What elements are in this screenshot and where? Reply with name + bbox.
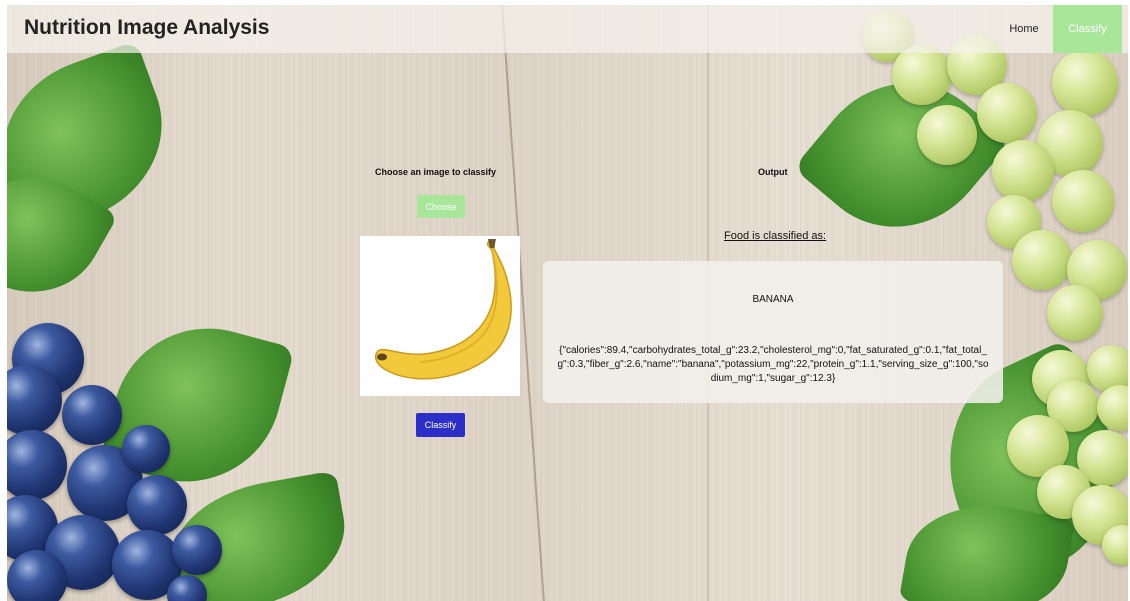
classified-as-label: Food is classified as: (724, 230, 827, 242)
choose-image-heading: Choose an image to classify (375, 167, 497, 177)
banana-image (374, 239, 512, 380)
navbar: Nutrition Image Analysis Home Classify (7, 5, 1128, 53)
background: Nutrition Image Analysis Home Classify C… (7, 5, 1128, 601)
classify-button[interactable]: Classify (416, 413, 465, 437)
food-name: BANANA (752, 294, 794, 305)
nutrition-json: {"calories":89.4,"carbohydrates_total_g"… (557, 345, 989, 384)
choose-image-button[interactable]: Choose (417, 195, 465, 218)
result-card: BANANA {"calories":89.4,"carbohydrates_t… (543, 261, 1003, 403)
app-title: Nutrition Image Analysis (24, 16, 270, 39)
output-heading: Output (758, 167, 788, 177)
image-preview (360, 236, 520, 396)
nav-home-link[interactable]: Home (995, 5, 1053, 53)
nav-classify-link[interactable]: Classify (1053, 5, 1122, 53)
